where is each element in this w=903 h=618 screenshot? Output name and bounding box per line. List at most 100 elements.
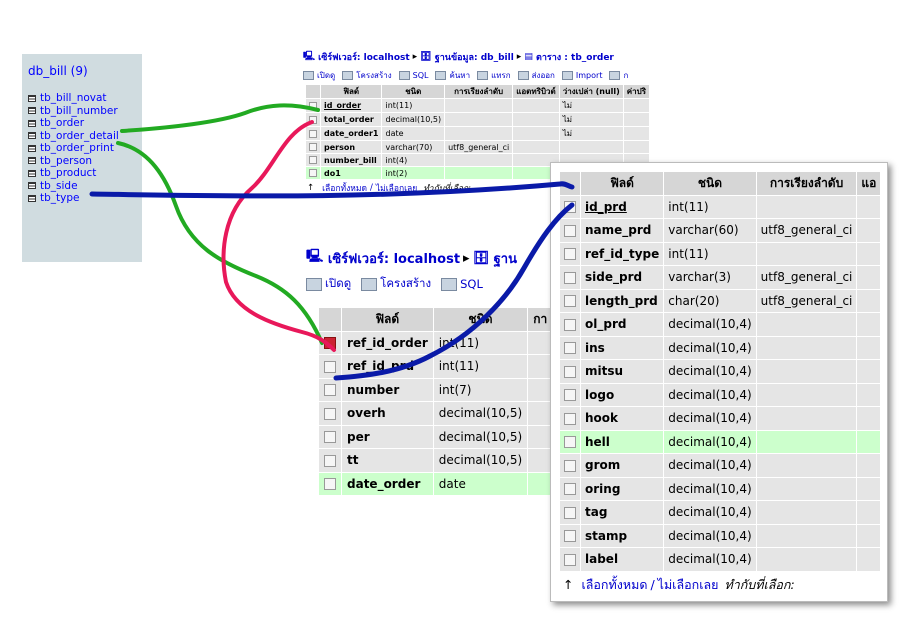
tab-item[interactable]: Import [561,70,602,80]
field-name-cell[interactable]: hell [581,430,664,453]
check-all-link[interactable]: เลือกทั้งหมด [581,575,647,595]
table-list-item[interactable]: tb_order [28,117,136,130]
table-list-item[interactable]: tb_type [28,192,136,205]
row-checkbox[interactable] [564,295,576,308]
field-name-cell[interactable]: overh [342,402,433,425]
table-name[interactable]: tb_bill_novat [40,92,107,105]
row-checkbox[interactable] [564,389,576,402]
table-list-item[interactable]: tb_order_detail [28,130,136,143]
field-name-cell[interactable]: grom [581,454,664,477]
field-name-cell[interactable]: tt [342,449,433,472]
row-checkbox[interactable] [309,169,317,177]
field-name-cell[interactable]: ref_id_prd [342,355,433,378]
tab-item[interactable]: เปิดดู [303,69,335,82]
table-name[interactable]: tb_bill_number [40,105,118,118]
row-checkbox[interactable] [324,407,336,420]
table-list-item[interactable]: tb_order_print [28,142,136,155]
row-checkbox[interactable] [309,115,317,124]
tab-item[interactable]: SQL [441,277,483,291]
row-checkbox[interactable] [564,248,576,261]
field-name-cell[interactable]: logo [581,383,664,406]
row-checkbox[interactable] [564,224,576,237]
field-name-cell[interactable]: ref_id_order [342,331,433,354]
field-name-cell[interactable]: id_prd [581,195,664,218]
table-name[interactable]: tb_product [40,167,96,180]
field-name-cell[interactable]: ref_id_type [581,242,664,265]
field-name-cell[interactable]: per [342,425,433,448]
column-header[interactable]: ฟิลด์ [321,85,382,98]
tab-item[interactable]: โครงสร้าง [342,69,392,82]
row-checkbox[interactable] [324,360,336,373]
uncheck-all-link[interactable]: ไม่เลือกเลย [376,181,417,195]
tab-item[interactable]: ก [609,69,628,82]
column-header[interactable]: แอตทริบิวต์ [513,85,559,98]
row-checkbox[interactable] [309,143,317,151]
column-header[interactable]: ชนิด [382,85,445,98]
row-checkbox[interactable] [564,483,576,496]
field-name-cell[interactable]: label [581,548,664,571]
column-header[interactable]: การเรียงลำดับ [445,85,513,98]
breadcrumb-server[interactable]: เซิร์ฟเวอร์: localhost [328,248,460,269]
field-name-cell[interactable]: stamp [581,524,664,547]
field-name-cell[interactable]: side_prd [581,266,664,289]
row-checkbox[interactable] [309,156,317,164]
field-name-cell[interactable]: name_prd [581,219,664,242]
field-name-cell[interactable]: date_order1 [321,127,382,140]
table-name[interactable]: tb_person [40,155,92,168]
table-name[interactable]: tb_side [40,180,78,193]
field-name-cell[interactable]: oring [581,477,664,500]
row-checkbox[interactable] [564,318,576,331]
table-name[interactable]: tb_order_detail [40,130,119,143]
row-checkbox[interactable] [564,342,576,355]
breadcrumb-database[interactable]: ฐาน [494,248,517,269]
table-list-item[interactable]: tb_person [28,155,136,168]
field-name-cell[interactable]: length_prd [581,289,664,312]
column-header[interactable]: แอ [857,172,881,195]
table-name[interactable]: tb_order [40,117,84,130]
row-checkbox[interactable] [564,553,576,566]
tab-item[interactable]: แทรก [477,69,511,82]
column-header[interactable]: ชนิด [664,172,756,195]
field-name-cell[interactable]: person [321,141,382,153]
field-name-cell[interactable]: number_bill [321,154,382,166]
table-name[interactable]: tb_type [40,192,80,205]
row-checkbox[interactable] [564,530,576,543]
table-list-item[interactable]: tb_bill_novat [28,92,136,105]
column-header[interactable]: ชนิด [433,308,528,331]
field-name-cell[interactable]: hook [581,407,664,430]
table-list-item[interactable]: tb_bill_number [28,105,136,118]
column-header[interactable]: ฟิลด์ [581,172,664,195]
row-checkbox[interactable] [564,271,576,284]
uncheck-all-link[interactable]: ไม่เลือกเลย [658,575,719,595]
row-checkbox[interactable] [309,101,317,110]
table-list-item[interactable]: tb_product [28,167,136,180]
field-name-cell[interactable]: ol_prd [581,313,664,336]
row-checkbox[interactable] [324,384,336,397]
column-header[interactable]: ฟิลด์ [342,308,433,331]
tab-item[interactable]: SQL [398,70,428,80]
row-checkbox[interactable] [564,459,576,472]
database-title[interactable]: db_bill (9) [28,64,136,78]
row-checkbox[interactable] [564,506,576,519]
column-header[interactable]: ว่างเปล่า (null) [559,85,623,98]
row-checkbox[interactable] [324,478,336,491]
tab-item[interactable]: ส่งออก [517,69,555,82]
row-checkbox[interactable] [324,337,336,350]
breadcrumb-server[interactable]: เซิร์ฟเวอร์: localhost [318,50,410,64]
row-checkbox[interactable] [564,436,576,449]
breadcrumb-database[interactable]: ฐานข้อมูล: db_bill [435,50,514,64]
field-name-cell[interactable]: date_order [342,472,433,495]
row-checkbox[interactable] [324,431,336,444]
column-header[interactable]: ค่าปริ [623,85,650,98]
table-list-item[interactable]: tb_side [28,180,136,193]
field-name-cell[interactable]: tag [581,501,664,524]
field-name-cell[interactable]: ins [581,336,664,359]
row-checkbox[interactable] [564,201,576,214]
tab-item[interactable]: โครงสร้าง [361,275,431,293]
field-name-cell[interactable]: total_order [321,113,382,126]
tab-item[interactable]: เปิดดู [306,275,351,293]
row-checkbox[interactable] [324,454,336,467]
field-name-cell[interactable]: number [342,378,433,401]
tab-item[interactable]: ค้นหา [435,69,470,82]
column-header[interactable]: การเรียงลำดับ [756,172,857,195]
